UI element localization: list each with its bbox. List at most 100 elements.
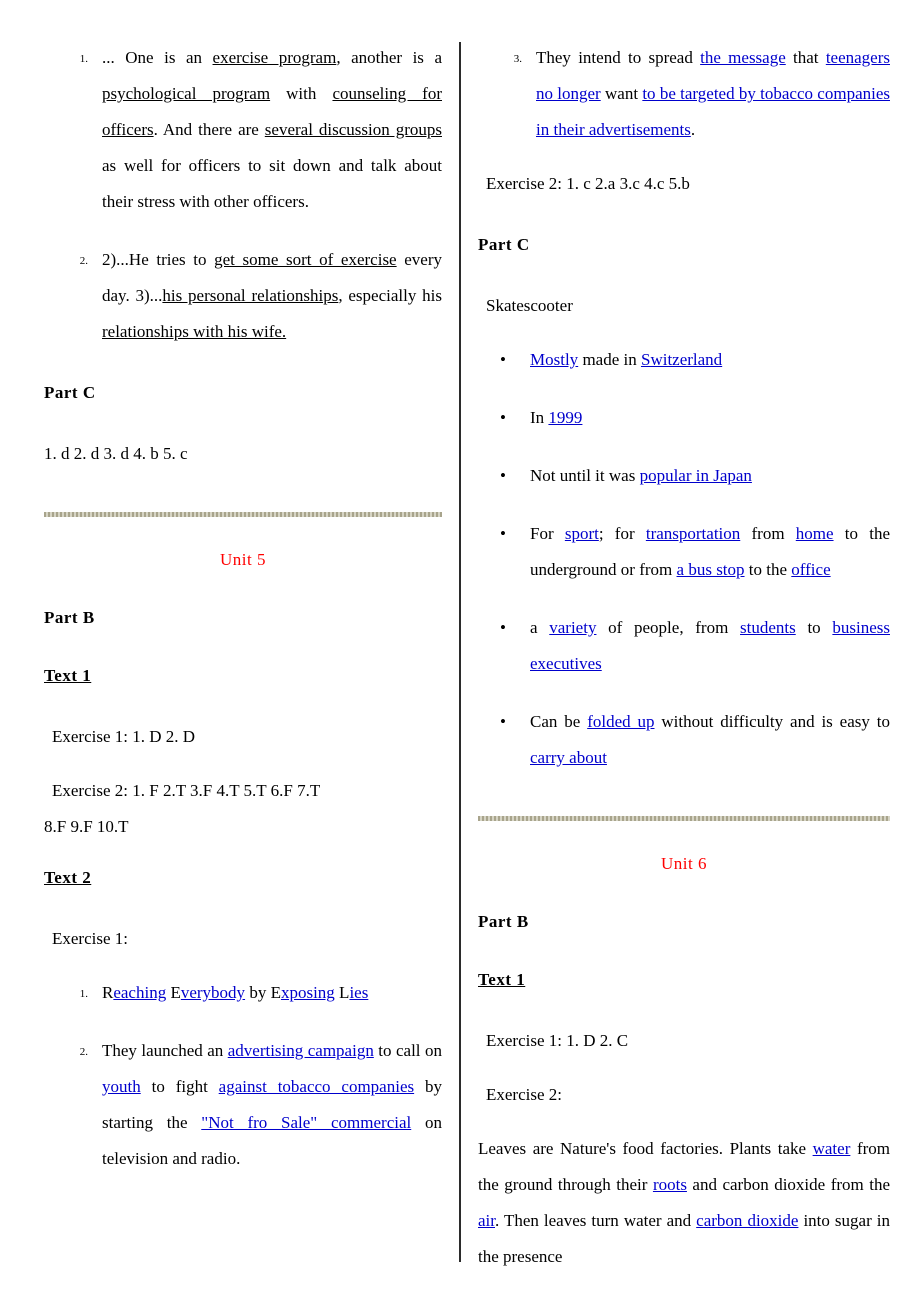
text-run: They intend to spread (536, 48, 701, 67)
text-run: Can be (530, 712, 588, 731)
hyperlink[interactable]: roots (653, 1175, 687, 1194)
text-run: a (530, 618, 550, 637)
unit5-text2-heading: Text 2 (44, 868, 92, 887)
hyperlink[interactable]: water (813, 1139, 851, 1158)
list-item-text: ... One is an exercise program, another … (102, 48, 442, 211)
hyperlink[interactable]: 1999 (548, 408, 582, 427)
emphasis-underline: several discussion groups (264, 120, 442, 139)
hyperlink[interactable]: a bus stop (677, 560, 745, 579)
text-run: made in (578, 350, 641, 369)
hyperlink[interactable]: youth (102, 1077, 141, 1096)
list-marker: 2. (79, 1046, 88, 1058)
text-run: and carbon dioxide from the (686, 1175, 890, 1194)
emphasis-underline: his personal relationships (162, 286, 339, 305)
hyperlink[interactable]: Switzerland (641, 350, 722, 369)
unit6-text1-exercise1: Exercise 1: 1. D 2. C (486, 1031, 629, 1050)
hyperlink[interactable]: "Not fro Sale" commercial (201, 1113, 411, 1132)
unit5-text2-exercise1-label: Exercise 1: (52, 929, 128, 948)
text-run: from (740, 524, 796, 543)
list-item: 1. Reaching Everybody by Exposing Lies (44, 975, 442, 1011)
text-run: of people, from (596, 618, 741, 637)
hyperlink[interactable]: ies (349, 983, 368, 1002)
hyperlink[interactable]: students (740, 618, 796, 637)
unit5-part-c-heading: Part C (478, 235, 530, 254)
hyperlink[interactable]: transportation (646, 524, 740, 543)
skatescooter-feature-list: • Mostly made in Switzerland • In 1999 •… (478, 342, 890, 776)
bullet-icon: • (500, 618, 506, 637)
bullet-icon: • (500, 524, 506, 543)
hyperlink[interactable]: advertising campaign (228, 1041, 374, 1060)
text-run: In (530, 408, 549, 427)
unit5-text2-answer-list-continued: 3. They intend to spread the message tha… (478, 40, 890, 148)
list-item-text: For sport; for transportation from home … (530, 524, 890, 579)
text-run: to fight (140, 1077, 219, 1096)
list-item-text: Reaching Everybody by Exposing Lies (102, 983, 368, 1002)
hyperlink[interactable]: home (796, 524, 834, 543)
two-column-layout: 1. ... One is an exercise program, anoth… (0, 0, 920, 1275)
list-item: 2. They launched an advertising campaign… (44, 1033, 442, 1177)
text-run: , especially his (338, 286, 442, 305)
hyperlink[interactable]: variety (549, 618, 596, 637)
list-item-text: In 1999 (530, 408, 582, 427)
list-item: • Can be folded up without difficulty an… (478, 704, 890, 776)
hyperlink[interactable]: air (478, 1211, 495, 1230)
emphasis-underline: get some sort of exercise (214, 250, 397, 269)
bullet-icon: • (500, 466, 506, 485)
hyperlink[interactable]: eaching (113, 983, 166, 1002)
list-item-text: 2)...He tries to get some sort of exerci… (102, 250, 442, 341)
unit6-part-b-heading: Part B (478, 912, 529, 931)
hyperlink[interactable]: office (791, 560, 830, 579)
unit5-text2-answer-list: 1. Reaching Everybody by Exposing Lies 2… (44, 975, 442, 1177)
list-marker: 3. (513, 53, 522, 65)
list-item: • In 1999 (478, 400, 890, 436)
unit5-text2-exercise2: Exercise 2: 1. c 2.a 3.c 4.c 5.b (486, 174, 690, 193)
list-marker: 2. (79, 255, 88, 267)
list-item: 1. ... One is an exercise program, anoth… (44, 40, 442, 220)
hyperlink[interactable]: carbon dioxide (696, 1211, 798, 1230)
text-run: to (795, 618, 833, 637)
hyperlink[interactable]: against tobacco companies (219, 1077, 414, 1096)
text-run: to call on (373, 1041, 442, 1060)
bullet-icon: • (500, 350, 506, 369)
text-run: without difficulty and is easy to (654, 712, 890, 731)
text-run: They launched an (102, 1041, 228, 1060)
hyperlink[interactable]: folded up (587, 712, 654, 731)
hyperlink[interactable]: Mostly (530, 350, 578, 369)
text-run: Not until it was (530, 466, 640, 485)
text-run: R (102, 983, 114, 1002)
text-run: with (270, 84, 333, 103)
unit5-text1-exercise2-line2: 8.F 9.F 10.T (44, 817, 129, 836)
hyperlink[interactable]: the message (700, 48, 786, 67)
list-item: • Mostly made in Switzerland (478, 342, 890, 378)
emphasis-underline: relationships with his wife. (102, 322, 287, 341)
text-run: . And there are (153, 120, 265, 139)
hyperlink[interactable]: carry about (530, 748, 607, 767)
hyperlink[interactable]: xposing (281, 983, 335, 1002)
text-run: . (690, 120, 696, 139)
list-marker: 1. (79, 988, 88, 1000)
list-item: • For sport; for transportation from hom… (478, 516, 890, 588)
text-run: . Then leaves turn water and (495, 1211, 697, 1230)
unit5-text1-heading: Text 1 (44, 666, 92, 685)
hyperlink[interactable]: sport (565, 524, 599, 543)
hyperlink[interactable]: verybody (181, 983, 245, 1002)
text-run: that (785, 48, 826, 67)
unit4-part-c-heading: Part C (44, 383, 96, 402)
text-run: as well for officers to sit down and tal… (102, 156, 442, 211)
list-item: 3. They intend to spread the message tha… (478, 40, 890, 148)
unit6-text1-heading: Text 1 (478, 970, 526, 989)
emphasis-underline: exercise program (212, 48, 337, 67)
list-item-text: Not until it was popular in Japan (530, 466, 752, 485)
list-item: 2. 2)...He tries to get some sort of exe… (44, 242, 442, 350)
list-item-text: a variety of people, from students to bu… (530, 618, 890, 673)
list-marker: 1. (79, 53, 88, 65)
text-run: For (530, 524, 565, 543)
text-run: 2)...He tries to (102, 250, 215, 269)
text-run: Leaves are Nature's food factories. Plan… (478, 1139, 813, 1158)
text-run: by (245, 983, 271, 1002)
hyperlink[interactable]: popular in Japan (640, 466, 752, 485)
emphasis-underline: psychological program (102, 84, 271, 103)
unit5-part-b-heading: Part B (44, 608, 95, 627)
unit6-heading: Unit 6 (661, 854, 707, 873)
right-column: 3. They intend to spread the message tha… (460, 0, 920, 1275)
